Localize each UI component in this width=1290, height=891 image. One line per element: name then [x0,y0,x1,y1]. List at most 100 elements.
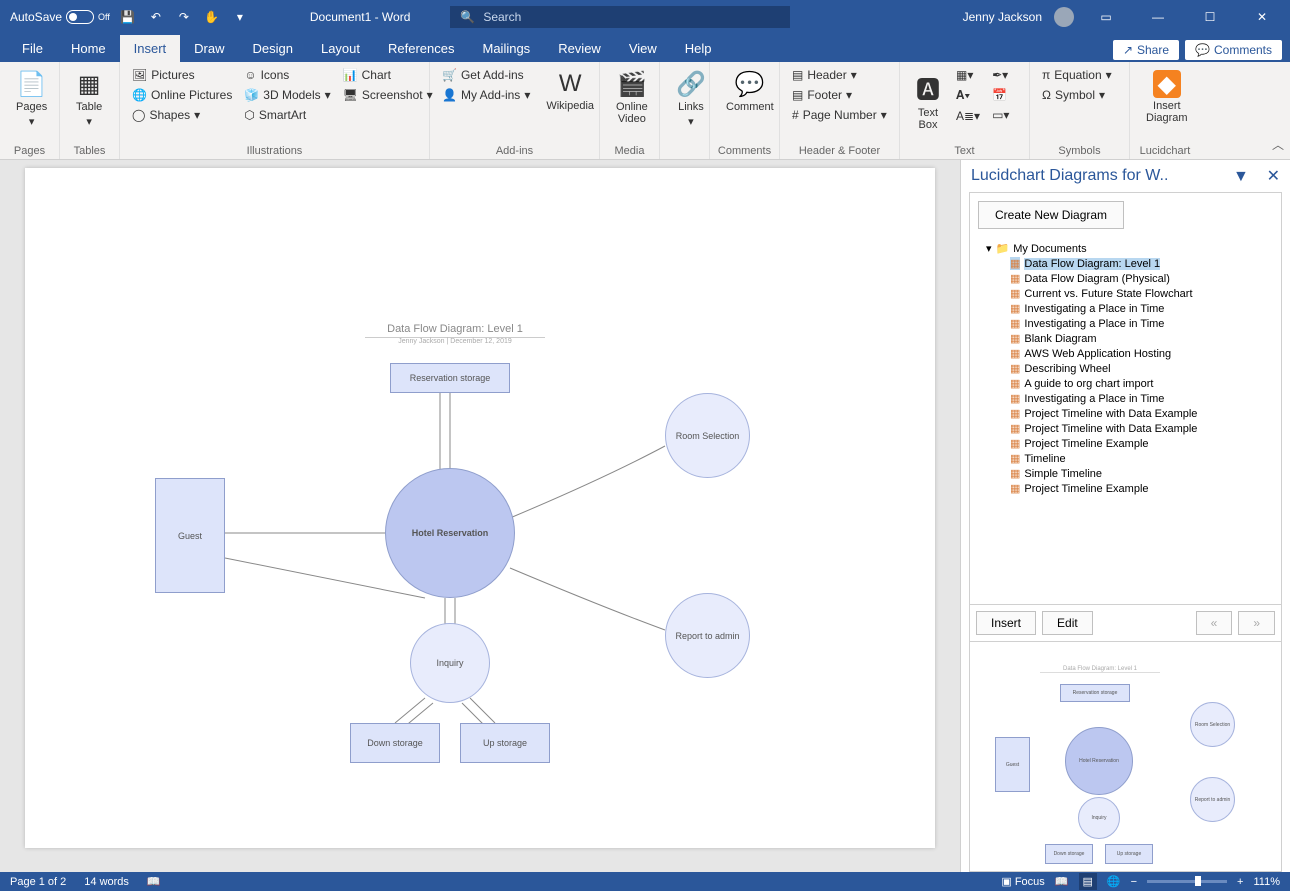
comment-button[interactable]: 💬Comment [718,66,782,117]
tree-item[interactable]: ▦Current vs. Future State Flowchart [1006,286,1277,301]
autosave-toggle[interactable]: AutoSave Off [10,10,110,24]
get-addins-button[interactable]: 🛒 Get Add-ins [438,66,534,84]
search-input[interactable]: 🔍 Search [450,6,790,28]
redo-icon[interactable]: ↷ [174,7,194,27]
diagram-title: Data Flow Diagram: Level 1 [365,323,545,338]
wikipedia-button[interactable]: WWikipedia [538,66,602,116]
tab-review[interactable]: Review [544,35,615,62]
pane-menu-icon[interactable]: ▼ [1233,168,1249,185]
object-button[interactable]: ▭▾ [988,106,1013,124]
equation-button[interactable]: π Equation ▾ [1038,66,1116,84]
page-status[interactable]: Page 1 of 2 [10,876,66,888]
ribbon-display-icon[interactable]: ▭ [1086,0,1126,34]
close-icon[interactable]: ✕ [1242,0,1282,34]
header-button[interactable]: ▤ Header ▾ [788,66,891,84]
tree-item[interactable]: ▦Investigating a Place in Time [1006,316,1277,331]
shapes-button[interactable]: ◯ Shapes ▾ [128,106,236,124]
date-time-button[interactable]: 📅 [988,86,1013,104]
tab-home[interactable]: Home [57,35,120,62]
zoom-level[interactable]: 111% [1253,876,1280,888]
tab-help[interactable]: Help [671,35,726,62]
page-number-button[interactable]: # Page Number ▾ [788,106,891,124]
touch-mode-icon[interactable]: ✋ [202,7,222,27]
document-title: Document1 - Word [310,10,410,24]
pages-button[interactable]: 📄Pages▾ [8,66,55,132]
tree-item[interactable]: ▦A guide to org chart import [1006,376,1277,391]
comments-button[interactable]: 💬 Comments [1185,40,1282,60]
tree-item[interactable]: ▦Simple Timeline [1006,466,1277,481]
tab-draw[interactable]: Draw [180,35,238,62]
maximize-icon[interactable]: ☐ [1190,0,1230,34]
tab-file[interactable]: File [8,35,57,62]
tab-design[interactable]: Design [239,35,307,62]
tree-item[interactable]: ▦AWS Web Application Hosting [1006,346,1277,361]
smartart-button[interactable]: ⬡ SmartArt [240,106,334,124]
zoom-slider[interactable] [1147,880,1227,883]
online-pictures-button[interactable]: 🌐 Online Pictures [128,86,236,104]
next-page-button[interactable]: » [1238,611,1275,635]
save-icon[interactable]: 💾 [118,7,138,27]
tree-item[interactable]: ▦Project Timeline with Data Example [1006,421,1277,436]
minimize-icon[interactable]: — [1138,0,1178,34]
tab-view[interactable]: View [615,35,671,62]
tree-item[interactable]: ▦Investigating a Place in Time [1006,301,1277,316]
tree-item[interactable]: ▦Project Timeline Example [1006,436,1277,451]
tree-folder-my-documents[interactable]: ▾📁My Documents [982,241,1277,256]
collapse-ribbon-icon[interactable]: ︿ [1272,136,1284,153]
tab-references[interactable]: References [374,35,468,62]
tree-item[interactable]: ▦Project Timeline Example [1006,481,1277,496]
hotel-reservation-node: Hotel Reservation [385,468,515,598]
word-count[interactable]: 14 words [84,876,129,888]
create-new-diagram-button[interactable]: Create New Diagram [978,201,1124,229]
tab-insert[interactable]: Insert [120,35,181,62]
zoom-out-icon[interactable]: − [1131,876,1137,888]
edit-button[interactable]: Edit [1042,611,1093,635]
diagram-tree[interactable]: ▾📁My Documents ▦Data Flow Diagram: Level… [970,237,1281,604]
prev-page-button[interactable]: « [1196,611,1233,635]
text-box-button[interactable]: 🅰Text Box [908,66,948,135]
signature-button[interactable]: ✒▾ [988,66,1013,84]
symbol-button[interactable]: Ω Symbol ▾ [1038,86,1116,104]
my-addins-button[interactable]: 👤 My Add-ins ▾ [438,86,534,104]
3d-models-button[interactable]: 🧊 3D Models ▾ [240,86,334,104]
links-button[interactable]: 🔗Links▾ [668,66,714,132]
table-button[interactable]: ▦Table▾ [68,66,110,132]
reservation-storage-node: Reservation storage [390,363,510,393]
user-avatar[interactable] [1054,7,1074,27]
zoom-in-icon[interactable]: + [1237,876,1243,888]
print-layout-icon[interactable]: ▤ [1079,873,1097,890]
tree-item[interactable]: ▦Blank Diagram [1006,331,1277,346]
tree-item[interactable]: ▦Investigating a Place in Time [1006,391,1277,406]
quick-parts-button[interactable]: ▦▾ [952,66,984,84]
up-storage-node: Up storage [460,723,550,763]
tree-item[interactable]: ▦Timeline [1006,451,1277,466]
focus-mode-button[interactable]: ▣ Focus [1001,875,1044,888]
web-layout-icon[interactable]: 🌐 [1107,875,1121,888]
wordart-button[interactable]: 𝐀▾ [952,86,984,105]
tree-item[interactable]: ▦Describing Wheel [1006,361,1277,376]
online-video-button[interactable]: 🎬Online Video [608,66,656,129]
report-admin-node: Report to admin [665,593,750,678]
icons-button[interactable]: ☺ Icons [240,66,334,84]
qat-more-icon[interactable]: ▾ [230,7,250,27]
tree-item[interactable]: ▦Data Flow Diagram: Level 1 [1006,256,1277,271]
footer-button[interactable]: ▤ Footer ▾ [788,86,891,104]
tab-mailings[interactable]: Mailings [469,35,545,62]
diagram-subtitle: Jenny Jackson | December 12, 2019 [365,338,545,345]
tree-item[interactable]: ▦Project Timeline with Data Example [1006,406,1277,421]
document-canvas[interactable]: Data Flow Diagram: Level 1 Jenny Jackson… [0,160,960,872]
share-button[interactable]: ↗ Share [1113,40,1179,60]
room-selection-node: Room Selection [665,393,750,478]
screenshot-button[interactable]: 🖥 Screenshot ▾ [339,86,437,104]
undo-icon[interactable]: ↶ [146,7,166,27]
chart-button[interactable]: 📊 Chart [339,66,437,84]
spell-check-icon[interactable]: 📖 [147,875,161,888]
insert-button[interactable]: Insert [976,611,1036,635]
drop-cap-button[interactable]: A≣▾ [952,107,984,125]
pictures-button[interactable]: 🖼 Pictures [128,66,236,84]
tree-item[interactable]: ▦Data Flow Diagram (Physical) [1006,271,1277,286]
lucidchart-insert-button[interactable]: ◆Insert Diagram [1138,66,1196,128]
read-mode-icon[interactable]: 📖 [1055,875,1069,888]
tab-layout[interactable]: Layout [307,35,374,62]
pane-close-icon[interactable]: ✕ [1267,168,1280,185]
